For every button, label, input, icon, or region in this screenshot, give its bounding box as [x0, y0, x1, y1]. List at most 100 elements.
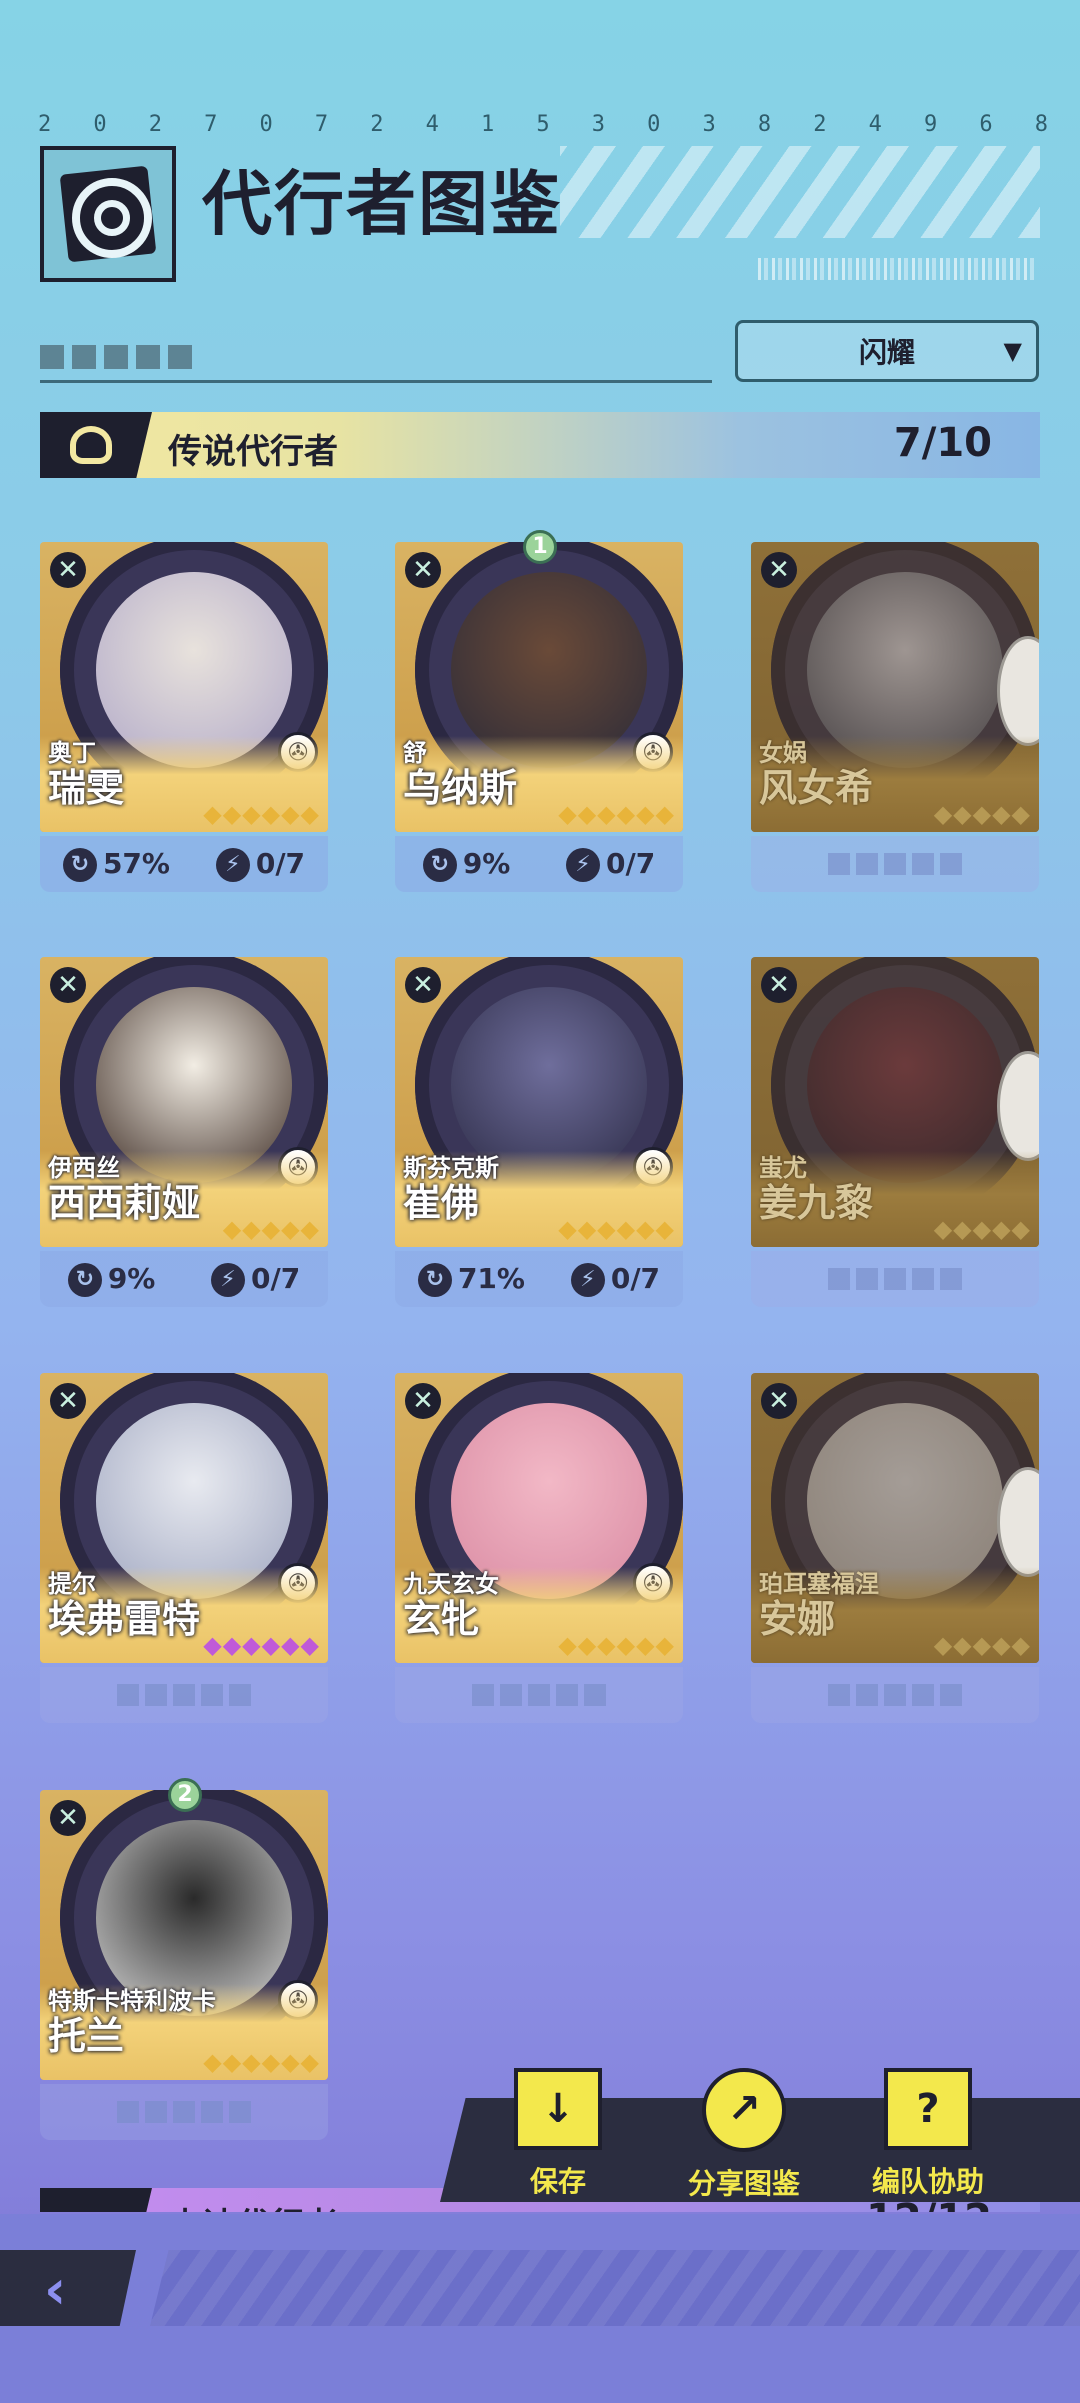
shield-icon: ⚡ [215, 847, 250, 882]
serial-digit: 6 [979, 112, 993, 137]
agent-portrait-frame: ✕ ✇ 提尔 埃弗雷特 ◆◆◆◆◆◆ [40, 1373, 328, 1663]
agent-card[interactable]: ✕ ✇ 斯芬克斯 崔佛 ◆◆◆◆◆◆ ↻71% ⚡0/7 [395, 957, 683, 1307]
star-rating: ◆◆◆◆◆ [933, 1631, 1031, 1659]
serial-digit: 4 [868, 112, 882, 137]
agent-name: 托兰 [48, 2014, 125, 2058]
shard-count: 0/7 [605, 846, 656, 880]
serial-digit: 2 [38, 112, 52, 137]
epic-emblem-icon [40, 2188, 152, 2212]
serial-digit: 3 [702, 112, 716, 137]
codex-logo [40, 146, 176, 282]
share-disc-icon: ↗ [702, 2068, 786, 2152]
shard-count: 0/7 [250, 1261, 301, 1295]
team-assist-button[interactable]: ? 编队协助 [848, 2068, 1008, 2200]
agent-stats-hidden [751, 836, 1039, 892]
agent-stats: ↻ 9% ⚡ 0/7 [395, 836, 683, 892]
serial-digit: 0 [647, 112, 661, 137]
shard-count: 0/7 [610, 1261, 661, 1295]
agent-stats: ↻ 71% ⚡ 0/7 [395, 1251, 683, 1307]
agent-card[interactable]: ✕ ✇ 奥丁 瑞雯 ◆◆◆◆◆◆ ↻57% ⚡0/7 [40, 542, 328, 892]
agent-card[interactable]: ✕ ✇ 伊西丝 西西莉娅 ◆◆◆◆◆ ↻9% ⚡0/7 [40, 957, 328, 1307]
star-rating: ◆◆◆◆◆ [933, 800, 1031, 828]
element-x-icon: ✕ [50, 1800, 86, 1836]
agent-name: 姜九黎 [759, 1181, 874, 1225]
agent-portrait-frame: ✕ ✇ 特斯卡特利波卡 托兰 ◆◆◆◆◆◆ [40, 1790, 328, 2080]
agent-name: 玄牝 [403, 1597, 480, 1641]
agent-stats-hidden [751, 1251, 1039, 1307]
agent-card[interactable]: ✕ 女娲 风女希 ◆◆◆◆◆ [751, 542, 1039, 892]
search-underline [40, 380, 712, 383]
agent-name: 乌纳斯 [403, 766, 518, 810]
search-input[interactable] [40, 345, 192, 369]
serial-digit: 2 [813, 112, 827, 137]
header-barcode [758, 258, 1038, 280]
agent-card[interactable]: 1 ✕ ✇ 舒 乌纳斯 ◆◆◆◆◆◆ ↻9% ⚡0/7 [395, 530, 683, 892]
section-header-legendary: 传说代行者 7/10 [40, 412, 1040, 478]
agent-portrait-frame: ✕ 女娲 风女希 ◆◆◆◆◆ [751, 542, 1039, 832]
save-button[interactable]: ↓ 保存 [478, 2068, 638, 2200]
agent-portrait-frame: ✕ ✇ 九天玄女 玄牝 ◆◆◆◆◆◆ [395, 1373, 683, 1663]
agent-stats: ↻ 57% ⚡ 0/7 [40, 836, 328, 892]
serial-digit: 8 [1034, 112, 1048, 137]
header-stripes [560, 146, 1040, 238]
agent-card[interactable]: 2 ✕ ✇ 特斯卡特利波卡 托兰 ◆◆◆◆◆◆ [40, 1778, 328, 2140]
section-label: 传说代行者 [168, 432, 338, 472]
cards-question-icon: ? [884, 2068, 972, 2150]
shard-count: 0/7 [255, 846, 306, 880]
share-label: 分享图鉴 [687, 2167, 800, 2200]
section-count: 7/10 [893, 420, 992, 466]
rank-badge: 2 [158, 1776, 210, 1816]
serial-digit: 2 [148, 112, 162, 137]
agent-card[interactable]: ✕ 珀耳塞福涅 安娜 ◆◆◆◆◆ [751, 1373, 1039, 1723]
star-rating: ◆◆◆◆◆◆ [558, 1215, 675, 1243]
agent-stats-hidden [395, 1667, 683, 1723]
affinity-icon: ↻ [67, 1262, 102, 1297]
serial-digit: 4 [425, 112, 439, 137]
section-label: 史诗代行者 [168, 2198, 338, 2212]
shield-icon: ⚡ [210, 1262, 245, 1297]
affinity-percent: 71% [457, 1261, 525, 1295]
agent-name: 安娜 [759, 1597, 836, 1641]
serial-digit: 1 [481, 112, 495, 137]
element-x-icon: ✕ [761, 967, 797, 1003]
caret-down-icon: ▼ [1003, 337, 1022, 365]
serial-digit: 0 [93, 112, 107, 137]
star-rating: ◆◆◆◆◆◆ [203, 800, 320, 828]
affinity-percent: 57% [102, 846, 170, 880]
star-rating: ◆◆◆◆◆◆ [558, 1631, 675, 1659]
serial-digit: 7 [204, 112, 218, 137]
element-x-icon: ✕ [50, 552, 86, 588]
agent-name: 埃弗雷特 [48, 1597, 201, 1641]
agent-name: 崔佛 [403, 1181, 480, 1225]
element-x-icon: ✕ [405, 1383, 441, 1419]
agent-portrait-frame: ✕ ✇ 奥丁 瑞雯 ◆◆◆◆◆◆ [40, 542, 328, 832]
agent-portrait-frame: ✕ ✇ 斯芬克斯 崔佛 ◆◆◆◆◆◆ [395, 957, 683, 1247]
agent-portrait-frame: ✕ ✇ 伊西丝 西西莉娅 ◆◆◆◆◆ [40, 957, 328, 1247]
affinity-percent: 9% [107, 1261, 156, 1295]
element-x-icon: ✕ [405, 967, 441, 1003]
filter-dropdown-value: 闪耀 [858, 336, 915, 369]
agent-card[interactable]: ✕ ✇ 提尔 埃弗雷特 ◆◆◆◆◆◆ [40, 1373, 328, 1723]
agent-portrait-frame: ✕ 珀耳塞福涅 安娜 ◆◆◆◆◆ [751, 1373, 1039, 1663]
agent-stats-hidden [751, 1667, 1039, 1723]
nav-bar [150, 2250, 1080, 2326]
back-button[interactable]: ‹ [0, 2250, 136, 2326]
folder-download-icon: ↓ [514, 2068, 602, 2150]
serial-digit: 0 [259, 112, 273, 137]
affinity-icon: ↻ [422, 847, 457, 882]
share-codex-button[interactable]: ↗ 分享图鉴 [664, 2068, 824, 2202]
agent-card[interactable]: ✕ 蚩尤 姜九黎 ◆◆◆◆◆ [751, 957, 1039, 1307]
serial-digits: 2 0 2 7 0 7 2 4 1 5 3 0 3 8 2 4 9 6 8 [38, 112, 1048, 137]
serial-digit: 5 [536, 112, 550, 137]
chevron-left-icon: ‹ [44, 2258, 67, 2321]
filter-dropdown[interactable]: 闪耀 ▼ [735, 320, 1039, 382]
agent-portrait-frame: ✕ 蚩尤 姜九黎 ◆◆◆◆◆ [751, 957, 1039, 1247]
serial-digit: 9 [924, 112, 938, 137]
star-rating: ◆◆◆◆◆ [933, 1215, 1031, 1243]
shield-icon: ⚡ [570, 1262, 605, 1297]
affinity-icon: ↻ [417, 1262, 452, 1297]
agent-name: 瑞雯 [48, 766, 125, 810]
agent-card[interactable]: ✕ ✇ 九天玄女 玄牝 ◆◆◆◆◆◆ [395, 1373, 683, 1723]
agent-stats: ↻ 9% ⚡ 0/7 [40, 1251, 328, 1307]
star-rating: ◆◆◆◆◆◆ [203, 1631, 320, 1659]
